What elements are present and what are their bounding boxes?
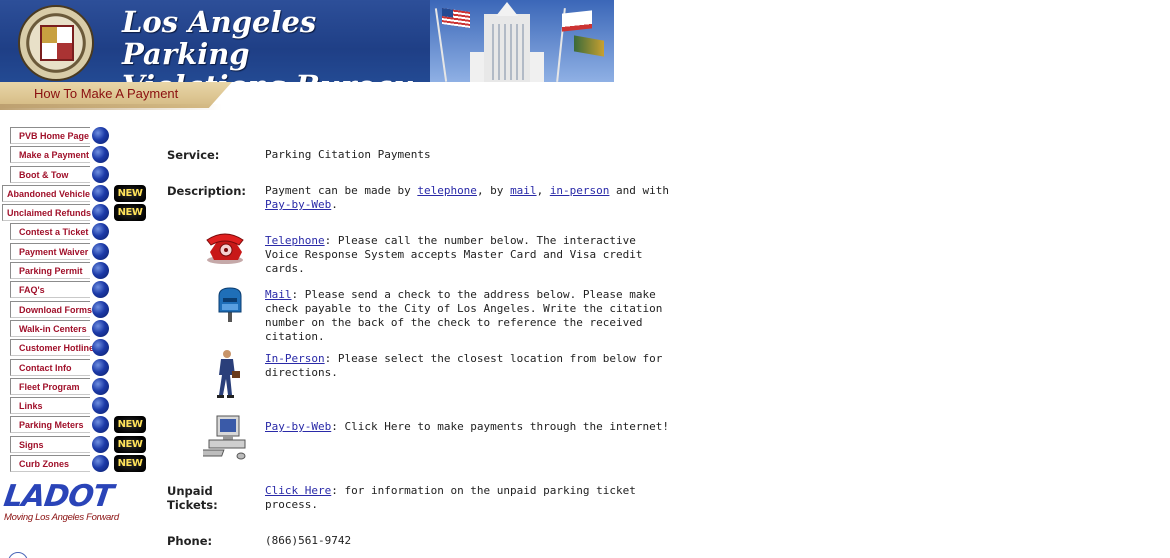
blue-bullet-icon[interactable] — [92, 184, 109, 202]
site-title-line2: Violations Bureau — [122, 70, 432, 82]
service-label: Service: — [167, 148, 220, 162]
telephone-section-link[interactable]: Telephone — [265, 234, 325, 247]
new-badge: NEW — [114, 184, 146, 202]
nav-item[interactable]: Links — [10, 396, 150, 415]
nav-item[interactable]: Payment Waiver — [10, 242, 150, 261]
nav-item[interactable]: Customer Hotline — [10, 338, 150, 357]
blue-bullet-icon[interactable] — [92, 127, 109, 144]
pay-by-web-section-link[interactable]: Pay-by-Web — [265, 420, 331, 433]
nav-item-label[interactable]: Parking Meters — [10, 416, 90, 434]
nav-item-label[interactable]: Contact Info — [10, 358, 90, 376]
nav-item[interactable]: Unclaimed Refunds NEW — [2, 203, 150, 222]
telephone-icon — [206, 233, 244, 264]
nav-item-label[interactable]: FAQ's — [10, 281, 90, 299]
blue-bullet-icon[interactable] — [92, 281, 109, 299]
nav-item[interactable]: Make a Payment — [10, 145, 150, 164]
blue-bullet-icon[interactable] — [92, 262, 109, 280]
blue-bullet-icon[interactable] — [92, 377, 109, 395]
telephone-text: Telephone: Please call the number below.… — [265, 234, 643, 275]
blue-bullet-icon[interactable] — [92, 319, 109, 337]
nav-item[interactable]: Download Forms — [10, 300, 150, 319]
nav-item[interactable]: Parking Meters NEW — [10, 415, 150, 434]
mail-link[interactable]: mail — [510, 184, 537, 197]
nav-item-label[interactable]: Make a Payment — [10, 146, 90, 164]
nav-item-label[interactable]: Contest a Ticket — [10, 223, 90, 241]
blue-bullet-icon[interactable] — [92, 435, 109, 453]
blue-bullet-icon[interactable] — [92, 165, 109, 183]
service-value: Parking Citation Payments — [265, 148, 431, 161]
blue-bullet-icon[interactable] — [92, 416, 109, 434]
nav-item-label[interactable]: Walk-in Centers — [10, 319, 90, 337]
ladot-logo[interactable]: LADOT Moving Los Angeles Forward — [1, 479, 120, 524]
blue-bullet-icon[interactable] — [92, 397, 109, 415]
in-person-section-link[interactable]: In-Person — [265, 352, 325, 365]
description-label: Description: — [167, 184, 246, 198]
ladot-logo-text: LADOT — [1, 479, 115, 514]
site-title: Los Angeles Parking Violations Bureau — [122, 6, 432, 82]
unpaid-tickets-label: Unpaid Tickets: — [167, 484, 218, 512]
description-text: Payment can be made by telephone, by mai… — [265, 184, 670, 211]
nav-item[interactable]: Curb Zones NEW — [10, 454, 150, 473]
nav-item[interactable]: Signs NEW — [10, 435, 150, 454]
unpaid-tickets-text: Click Here: for information on the unpai… — [265, 484, 636, 511]
california-flag-icon — [562, 10, 592, 32]
nav-item-label[interactable]: Download Forms — [10, 300, 92, 318]
in-person-link[interactable]: in-person — [550, 184, 610, 197]
city-seal-icon — [18, 5, 94, 81]
nav-item[interactable]: Parking Permit — [10, 261, 150, 280]
mailbox-icon — [218, 287, 242, 322]
phone-label: Phone: — [167, 534, 213, 548]
nav-item[interactable]: Contest a Ticket — [10, 222, 150, 241]
nav-item[interactable]: Contact Info — [10, 358, 150, 377]
nav-item-label[interactable]: Fleet Program — [10, 377, 90, 395]
unpaid-click-here-link[interactable]: Click Here — [265, 484, 331, 497]
nav-item-label[interactable]: Customer Hotline — [10, 339, 94, 357]
walking-person-icon — [217, 350, 240, 398]
mail-section-link[interactable]: Mail — [265, 288, 292, 301]
nav-item-label[interactable]: PVB Home Page — [10, 127, 90, 144]
nav-item-label[interactable]: Curb Zones — [10, 455, 90, 473]
site-title-line1: Los Angeles Parking — [122, 5, 317, 71]
phone-value: (866)561-9742 — [265, 534, 352, 547]
new-badge: NEW — [114, 416, 146, 434]
blue-bullet-icon[interactable] — [92, 358, 109, 376]
computer-icon — [203, 415, 246, 460]
nav-item[interactable]: PVB Home Page — [10, 126, 150, 145]
header-banner: Los Angeles Parking Violations Bureau — [0, 0, 614, 82]
blue-bullet-icon[interactable] — [92, 204, 109, 222]
nav-item-label[interactable]: Boot & Tow — [10, 165, 90, 183]
nav-item-label[interactable]: Parking Permit — [10, 262, 90, 280]
circle-icon — [8, 552, 28, 558]
pay-by-web-link[interactable]: Pay-by-Web — [265, 198, 331, 211]
nav-item-label[interactable]: Abandoned Vehicle — [2, 184, 90, 202]
nav-item-label[interactable]: Payment Waiver — [10, 242, 90, 260]
section-tab-label: How To Make A Payment — [34, 86, 179, 101]
blue-bullet-icon[interactable] — [92, 146, 109, 164]
nav-item[interactable]: Boot & Tow — [10, 165, 150, 184]
nav-item[interactable]: Abandoned Vehicle NEW — [2, 184, 150, 203]
blue-bullet-icon[interactable] — [92, 300, 109, 318]
nav-item-label[interactable]: Signs — [10, 435, 90, 453]
telephone-link[interactable]: telephone — [417, 184, 477, 197]
nav-item[interactable]: FAQ's — [10, 280, 150, 299]
new-badge: NEW — [114, 435, 146, 453]
mail-text: Mail: Please send a check to the address… — [265, 288, 663, 343]
nav-item[interactable]: Walk-in Centers — [10, 319, 150, 338]
nav-item-label[interactable]: Links — [10, 397, 90, 415]
blue-bullet-icon[interactable] — [92, 455, 109, 473]
blue-bullet-icon[interactable] — [92, 242, 109, 260]
in-person-text: In-Person: Please select the closest loc… — [265, 352, 663, 379]
nav-item[interactable]: Fleet Program — [10, 377, 150, 396]
left-nav: PVB Home Page Make a Payment Boot & Tow Aba… — [2, 126, 150, 473]
pay-by-web-text: Pay-by-Web: Click Here to make payments … — [265, 420, 669, 433]
blue-bullet-icon[interactable] — [92, 223, 109, 241]
nav-item-label[interactable]: Unclaimed Refunds — [2, 204, 91, 222]
new-badge: NEW — [114, 204, 146, 222]
blue-bullet-icon[interactable] — [92, 339, 109, 357]
new-badge: NEW — [114, 455, 146, 473]
